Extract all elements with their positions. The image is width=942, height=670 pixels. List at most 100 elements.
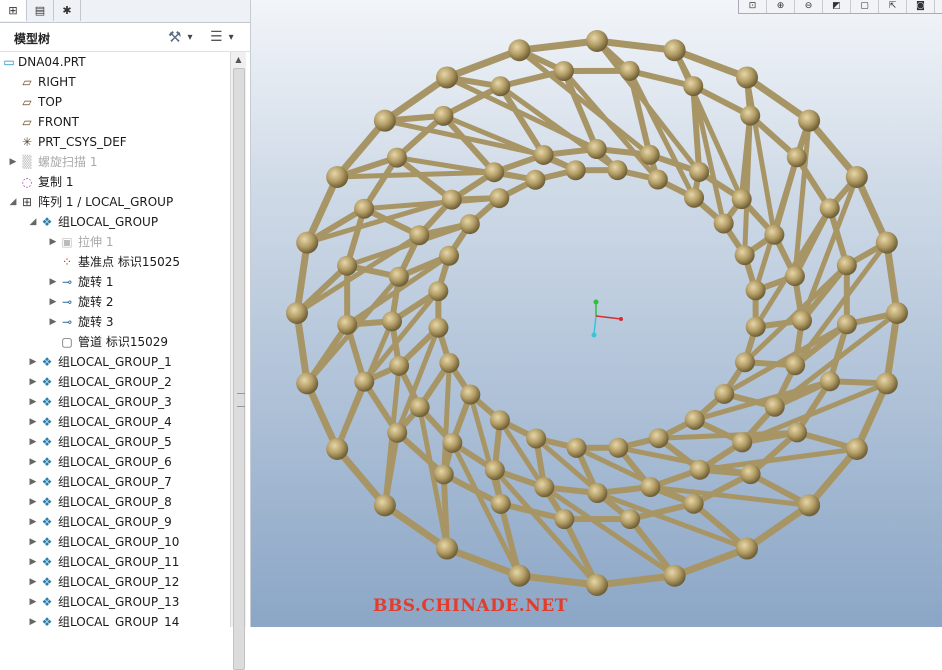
tree-item[interactable]: ▶❖组LOCAL_GROUP_7 [0, 472, 230, 492]
tree-item-label: 组LOCAL_GROUP_12 [58, 572, 179, 592]
node-sphere [736, 66, 758, 88]
tree-item[interactable]: ✳PRT_CSYS_DEF [0, 132, 230, 152]
expand-arrow-icon[interactable]: ▶ [28, 472, 38, 492]
strut [809, 121, 857, 177]
scroll-thumb[interactable] [233, 68, 245, 670]
node-sphere [689, 162, 709, 182]
collapse-arrow-icon[interactable]: ◢ [8, 192, 18, 212]
expand-arrow-icon[interactable]: ▶ [28, 452, 38, 472]
model-tree-tab[interactable]: ⊞ [0, 0, 27, 21]
group-icon: ❖ [40, 455, 54, 469]
node-sphere [439, 246, 459, 266]
tree-item[interactable]: ▶❖组LOCAL_GROUP_9 [0, 512, 230, 532]
show-icon: ☰ [210, 29, 223, 45]
favorites-tab[interactable]: ✱ [54, 0, 81, 21]
tree-item-label: 旋转 1 [78, 272, 113, 292]
model-tree-panel: ⊞ ▤ ✱ 模型树 ⚒ ▾ ☰ ▾ ▭DNA04.PRT▱RIGHT▱TOP▱F… [0, 0, 251, 627]
expand-arrow-icon[interactable]: ▶ [28, 552, 38, 572]
node-sphere [837, 255, 857, 275]
favorites-tab-icon: ✱ [62, 4, 71, 17]
collapse-arrow-icon[interactable]: ◢ [28, 212, 38, 232]
node-sphere [648, 170, 668, 190]
display-style-button[interactable]: ▢ [851, 0, 879, 13]
tree-item[interactable]: ▶❖组LOCAL_GROUP_12 [0, 572, 230, 592]
refit-icon: ⊡ [749, 1, 757, 11]
refit-button[interactable]: ⊡ [739, 0, 767, 13]
tree-item-label: 组LOCAL_GROUP_10 [58, 532, 179, 552]
tree-item[interactable]: ▶❖组LOCAL_GROUP_2 [0, 372, 230, 392]
expand-arrow-icon[interactable]: ▶ [28, 512, 38, 532]
tree-item[interactable]: ▶❖组LOCAL_GROUP_3 [0, 392, 230, 412]
settings-dropdown-button[interactable]: ⚒ ▾ [168, 28, 192, 46]
zoom-out-button[interactable]: ⊖ [795, 0, 823, 13]
screenshot-button[interactable]: ◙ [907, 0, 935, 13]
expand-arrow-icon[interactable]: ▶ [28, 432, 38, 452]
strut [809, 449, 857, 505]
expand-arrow-icon[interactable]: ▶ [48, 272, 58, 292]
tree-item[interactable]: ▱TOP [0, 92, 230, 112]
saved-orientations-icon: ⇱ [889, 1, 897, 11]
strut [337, 449, 385, 505]
tree-item[interactable]: ▶⊸旋转 2 [0, 292, 230, 312]
expand-arrow-icon[interactable]: ▶ [28, 612, 38, 627]
tree-item[interactable]: ◢❖组LOCAL_GROUP [0, 212, 230, 232]
expand-arrow-icon[interactable]: ▶ [48, 292, 58, 312]
tree-item[interactable]: ▶❖组LOCAL_GROUP_1 [0, 352, 230, 372]
node-sphere [764, 225, 784, 245]
expand-arrow-icon[interactable]: ▶ [28, 532, 38, 552]
node-sphere [296, 232, 318, 254]
saved-orientations-button[interactable]: ⇱ [879, 0, 907, 13]
expand-arrow-icon[interactable]: ▶ [48, 232, 58, 252]
node-sphere [684, 188, 704, 208]
tree-item[interactable]: ▶❖组LOCAL_GROUP_5 [0, 432, 230, 452]
node-sphere [640, 477, 660, 497]
node-sphere [620, 61, 640, 81]
tree-item[interactable]: ▢管道 标识15029 [0, 332, 230, 352]
expand-arrow-icon[interactable]: ▶ [48, 312, 58, 332]
tree-item[interactable]: ▭DNA04.PRT [0, 52, 230, 72]
tree-item[interactable]: ▶▣拉伸 1 [0, 232, 230, 252]
graphics-viewport[interactable]: ⊡⊕⊖◩▢⇱◙ BBS.CHINADE.NET [251, 0, 942, 627]
scroll-up-arrow-icon[interactable]: ▲ [231, 52, 246, 67]
show-dropdown-button[interactable]: ☰ ▾ [210, 28, 234, 46]
node-sphere [389, 356, 409, 376]
group-icon: ❖ [40, 375, 54, 389]
tree-item[interactable]: ▶❖组LOCAL_GROUP_6 [0, 452, 230, 472]
expand-arrow-icon[interactable]: ▶ [28, 572, 38, 592]
tree-item[interactable]: ▶⊸旋转 3 [0, 312, 230, 332]
node-sphere [389, 267, 409, 287]
node-sphere [886, 302, 908, 324]
node-sphere [732, 432, 752, 452]
node-sphere [508, 565, 530, 587]
tree-item[interactable]: ▶▒螺旋扫描 1 [0, 152, 230, 172]
tree-item[interactable]: ▱RIGHT [0, 72, 230, 92]
grip-icon [237, 393, 245, 407]
tree-item[interactable]: ▶❖ 组LOCAL_GROUP_10 [0, 532, 230, 552]
tree-item[interactable]: ▶❖组LOCAL_GROUP_14 [0, 612, 230, 627]
layers-tab[interactable]: ▤ [27, 0, 54, 21]
group-icon: ❖ [40, 535, 54, 549]
tree-item[interactable]: ▶⊸旋转 1 [0, 272, 230, 292]
zoom-in-button[interactable]: ⊕ [767, 0, 795, 13]
tree-scrollbar[interactable]: ▲ [230, 52, 246, 627]
tree-item[interactable]: ⁘基准点 标识15025 [0, 252, 230, 272]
expand-arrow-icon[interactable]: ▶ [28, 592, 38, 612]
model-tree-title: 模型树 [14, 30, 50, 47]
repaint-button[interactable]: ◩ [823, 0, 851, 13]
tree-item[interactable]: ◌复制 1 [0, 172, 230, 192]
expand-arrow-icon[interactable]: ▶ [28, 492, 38, 512]
group-icon: ❖ [40, 555, 54, 569]
expand-arrow-icon[interactable]: ▶ [28, 412, 38, 432]
tree-item[interactable]: ▶❖组LOCAL_GROUP_11 [0, 552, 230, 572]
tree-item[interactable]: ▶❖组LOCAL_GROUP_8 [0, 492, 230, 512]
tree-item[interactable]: ▶❖组LOCAL_GROUP_4 [0, 412, 230, 432]
expand-arrow-icon[interactable]: ▶ [28, 392, 38, 412]
tree-item[interactable]: ▱FRONT [0, 112, 230, 132]
expand-arrow-icon[interactable]: ▶ [8, 152, 18, 172]
tree-item[interactable]: ◢⊞阵列 1 / LOCAL_GROUP [0, 192, 230, 212]
node-sphere [586, 30, 608, 52]
node-sphere [428, 318, 448, 338]
tree-item[interactable]: ▶❖组LOCAL_GROUP_13 [0, 592, 230, 612]
expand-arrow-icon[interactable]: ▶ [28, 352, 38, 372]
expand-arrow-icon[interactable]: ▶ [28, 372, 38, 392]
